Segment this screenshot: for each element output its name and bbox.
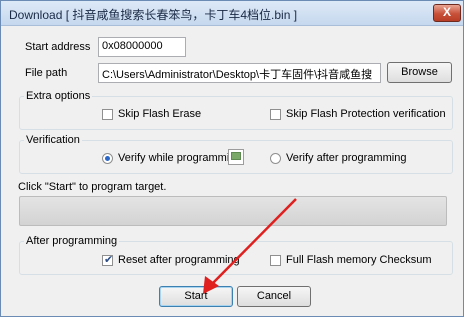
red-arrow-annotation xyxy=(203,198,297,294)
arrow-shaft xyxy=(211,198,297,285)
